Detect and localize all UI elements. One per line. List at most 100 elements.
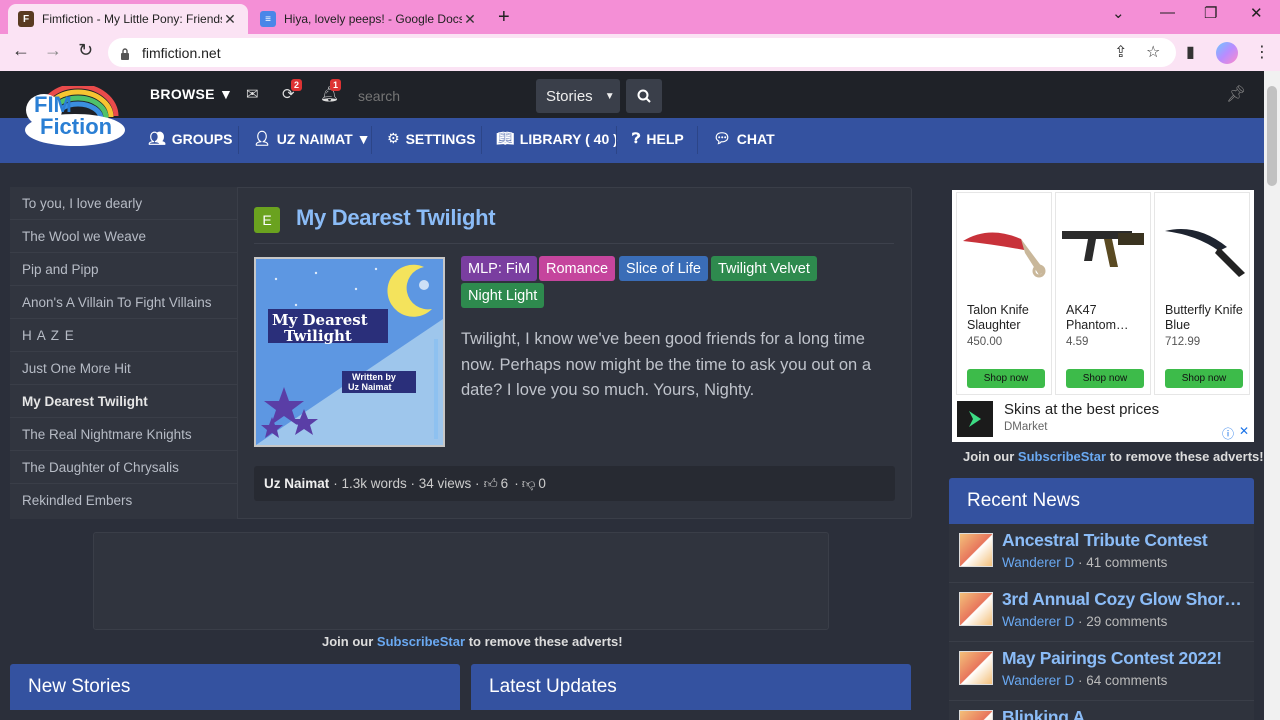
story-list-item[interactable]: H A Z E xyxy=(10,319,237,352)
nav-label: UZ NAIMAT ▼ xyxy=(276,130,371,147)
browser-tab-google-docs[interactable]: ≡ Hiya, lovely peeps! - Google Docs ✕ xyxy=(250,4,488,34)
title-divider xyxy=(254,243,894,244)
browser-tab-strip: F Fimfiction - My Little Pony: Friendshi… xyxy=(0,0,1280,34)
story-list-item[interactable]: The Daughter of Chrysalis xyxy=(10,451,237,484)
nav-settings[interactable]: ⚙ SETTINGS xyxy=(387,130,476,147)
tag-twilight-velvet[interactable]: Twilight Velvet xyxy=(711,256,817,281)
ad-info-icon[interactable]: ⓘ xyxy=(1222,425,1234,442)
tag-romance[interactable]: Romance xyxy=(539,256,616,281)
search-input[interactable] xyxy=(350,82,530,110)
close-tab-icon[interactable]: ✕ xyxy=(462,11,478,28)
ad-product-card[interactable]: Butterfly Knife Blue 712.99 Shop now xyxy=(1154,192,1250,395)
product-price: 450.00 xyxy=(967,336,1003,348)
story-list-item[interactable]: Rekindled Embers xyxy=(10,484,237,517)
tab-search-chevron-icon[interactable]: ⌄ xyxy=(1112,4,1125,22)
browser-tab-fimfiction[interactable]: F Fimfiction - My Little Pony: Friendshi… xyxy=(8,4,248,34)
reload-icon[interactable]: ↻ xyxy=(78,40,93,61)
news-author-link[interactable]: Wanderer D xyxy=(1002,673,1074,688)
tag-night-light[interactable]: Night Light xyxy=(461,283,545,308)
pin-icon[interactable]: 📌︎ xyxy=(1226,84,1246,104)
news-title[interactable]: May Pairings Contest 2022! xyxy=(1002,648,1247,669)
nav-help[interactable]: ❓︎ HELP xyxy=(632,130,684,147)
url-field[interactable]: fimfiction.net xyxy=(108,38,1176,67)
news-title[interactable]: 3rd Annual Cozy Glow Short Story Contest xyxy=(1002,589,1247,610)
new-tab-icon[interactable]: + xyxy=(498,6,510,29)
news-item[interactable]: Blinking A… xyxy=(949,701,1254,720)
tag-mlp-fim[interactable]: MLP: FiM xyxy=(461,256,538,281)
news-item[interactable]: Ancestral Tribute Contest Wanderer D · 4… xyxy=(949,524,1254,583)
news-item[interactable]: 3rd Annual Cozy Glow Short Story Contest… xyxy=(949,583,1254,642)
story-list-item[interactable]: To you, I love dearly xyxy=(10,187,237,220)
mail-icon[interactable]: ✉ xyxy=(246,85,259,103)
bookmark-star-icon[interactable]: ☆ xyxy=(1146,42,1160,62)
share-icon[interactable]: ⇪ xyxy=(1114,42,1127,62)
dmarket-logo-icon[interactable] xyxy=(957,401,993,437)
ad-note-suffix: to remove these adverts! xyxy=(1109,449,1264,464)
nav-label: SETTINGS xyxy=(405,130,476,147)
shop-now-button[interactable]: Shop now xyxy=(967,369,1045,388)
story-title[interactable]: My Dearest Twilight xyxy=(296,205,496,231)
nav-divider xyxy=(616,126,617,154)
search-type-label: Stories xyxy=(546,87,593,105)
nav-user-menu[interactable]: 👤︎ UZ NAIMAT ▼ xyxy=(253,130,370,147)
menu-dots-icon[interactable]: ⋮ xyxy=(1254,42,1270,62)
latest-updates-header[interactable]: Latest Updates xyxy=(471,664,911,710)
product-name: Talon Knife Slaughter xyxy=(967,303,1029,332)
news-comment-count: · 41 comments xyxy=(1078,555,1168,570)
author-link[interactable]: Uz Naimat xyxy=(264,476,329,491)
maximize-icon[interactable]: ❐ xyxy=(1204,4,1217,22)
new-stories-header[interactable]: New Stories xyxy=(10,664,460,710)
nav-divider xyxy=(238,126,239,154)
logo-text-fiction: Fiction xyxy=(40,114,113,139)
dislikes-count: 0 xyxy=(538,476,546,491)
news-title[interactable]: Blinking A… xyxy=(1002,707,1247,720)
shop-now-button[interactable]: Shop now xyxy=(1066,369,1144,388)
nav-groups[interactable]: 👥︎ GROUPS xyxy=(148,130,232,147)
story-cover-image[interactable]: My Dearest Twilight Written by Uz Naimat xyxy=(254,257,445,447)
story-list-item[interactable]: Anon's A Villain To Fight Villains xyxy=(10,286,237,319)
nav-chat[interactable]: 💬︎ CHAT xyxy=(713,130,775,147)
scrollbar-thumb[interactable] xyxy=(1267,86,1277,186)
news-author-link[interactable]: Wanderer D xyxy=(1002,555,1074,570)
recent-news-header[interactable]: Recent News xyxy=(949,478,1254,524)
back-arrow-icon[interactable]: ← xyxy=(12,40,30,61)
minimize-icon[interactable]: — xyxy=(1160,4,1175,21)
news-meta: Wanderer D · 64 comments xyxy=(1002,673,1167,688)
story-list-item[interactable]: The Wool we Weave xyxy=(10,220,237,253)
news-author-link[interactable]: Wanderer D xyxy=(1002,614,1074,629)
caret-down-icon: ▼ xyxy=(604,90,615,102)
subscribestar-link[interactable]: SubscribeStar xyxy=(377,634,465,649)
ad-product-card[interactable]: Talon Knife Slaughter 450.00 Shop now xyxy=(956,192,1052,395)
product-name: Butterfly Knife Blue xyxy=(1165,303,1243,332)
close-window-icon[interactable]: ✕ xyxy=(1250,4,1263,22)
ad-headline[interactable]: Skins at the best prices xyxy=(1004,401,1159,418)
story-list-item[interactable]: Just One More Hit xyxy=(10,352,237,385)
cover-title-line2: Twilight xyxy=(284,327,352,345)
subscribestar-link[interactable]: SubscribeStar xyxy=(1018,449,1106,464)
forward-arrow-icon[interactable]: → xyxy=(44,40,62,61)
book-icon: 📖︎ xyxy=(496,130,514,146)
thumbs-up-icon[interactable]: 👍︎ xyxy=(484,475,498,492)
browse-menu[interactable]: BROWSE ▼ xyxy=(150,86,233,102)
news-avatar xyxy=(959,710,993,720)
shop-now-button[interactable]: Shop now xyxy=(1165,369,1243,388)
news-title[interactable]: Ancestral Tribute Contest xyxy=(1002,530,1247,551)
ad-product-card[interactable]: AK47 Phantom… 4.59 Shop now xyxy=(1055,192,1151,395)
search-type-select[interactable]: Stories ▼ xyxy=(536,79,620,113)
story-list-item[interactable]: Pip and Pipp xyxy=(10,253,237,286)
story-list-item-active[interactable]: My Dearest Twilight xyxy=(10,385,237,418)
content-rating-badge: E xyxy=(254,207,280,233)
ad-close-icon[interactable]: ✕ xyxy=(1239,424,1249,438)
side-panel-icon[interactable]: ▮ xyxy=(1186,42,1195,62)
news-avatar xyxy=(959,651,993,685)
nav-library[interactable]: 📖︎ LIBRARY ( 40 ) xyxy=(496,130,618,147)
tag-slice-of-life[interactable]: Slice of Life xyxy=(619,256,708,281)
close-tab-icon[interactable]: ✕ xyxy=(222,11,238,28)
search-button[interactable] xyxy=(626,79,662,113)
story-list-item[interactable]: The Real Nightmare Knights xyxy=(10,418,237,451)
google-docs-favicon-icon: ≡ xyxy=(260,11,276,27)
news-item[interactable]: May Pairings Contest 2022! Wanderer D · … xyxy=(949,642,1254,701)
thumbs-down-icon[interactable]: 👎︎ xyxy=(522,475,536,492)
profile-avatar[interactable] xyxy=(1216,42,1238,64)
question-icon: ❓︎ xyxy=(632,130,641,146)
